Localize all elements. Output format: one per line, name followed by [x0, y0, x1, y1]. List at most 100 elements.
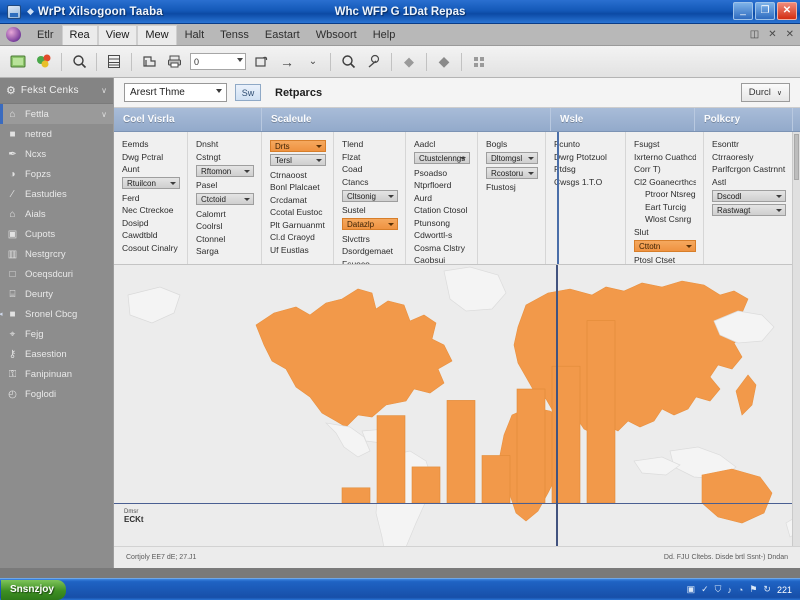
color-balloons-icon[interactable]: [31, 50, 57, 74]
chevron-down-icon[interactable]: ∨: [101, 86, 107, 95]
view-dropdown[interactable]: Durcl ∨: [740, 83, 790, 102]
menu-close-icon[interactable]: ✕: [786, 29, 794, 40]
chevron-down-icon[interactable]: [244, 198, 250, 201]
chevron-down-icon[interactable]: [244, 169, 250, 173]
arrow-right-icon[interactable]: →: [274, 50, 300, 74]
monitor-icon[interactable]: ▣: [687, 584, 696, 595]
dropdown-0-3[interactable]: Rtuilcon: [122, 177, 180, 189]
field-label-7-6: Wlost Csnrg: [645, 214, 692, 224]
chevron-down-icon[interactable]: [528, 157, 534, 160]
chart-icon[interactable]: [136, 50, 162, 74]
sidebar-item-14[interactable]: ◴ Foglodi: [0, 384, 113, 404]
sidebar-item-1[interactable]: ■ netred: [0, 124, 113, 144]
battery-icon[interactable]: ◔: [738, 585, 743, 595]
chevron-down-icon[interactable]: ∨: [777, 89, 782, 97]
new-document-icon[interactable]: [5, 50, 31, 74]
shield-icon[interactable]: ⛉: [715, 584, 722, 595]
sidebar-item-7[interactable]: ▥ Nestgrcry: [0, 244, 113, 264]
sidebar-item-9[interactable]: ⌸ Deurty: [0, 284, 113, 304]
go-button[interactable]: Sw: [235, 84, 261, 101]
network-icon[interactable]: ✓: [701, 584, 709, 595]
start-button[interactable]: Snsnzjoy: [1, 579, 66, 600]
chevron-down-icon[interactable]: [316, 144, 322, 148]
dropdown-8-5[interactable]: Rastwagt: [712, 204, 786, 216]
sidebar-item-10[interactable]: ◂ ■ Sronel Cbcg: [0, 304, 113, 324]
minimize-button[interactable]: _: [733, 2, 753, 20]
sidebar-item-12[interactable]: ⚷ Easestion: [0, 344, 113, 364]
dropdown-2-0[interactable]: Drts: [270, 139, 326, 152]
menu-item-4[interactable]: Halt: [177, 26, 213, 44]
chevron-down-icon[interactable]: ⌄: [300, 50, 326, 74]
dropdown-5-1[interactable]: Dltomgsl: [486, 152, 538, 164]
dropdown-3-6[interactable]: Datazlp: [342, 218, 398, 230]
chevron-down-icon[interactable]: [170, 182, 176, 185]
bar-b3[interactable]: [411, 466, 441, 504]
diamond-filled-icon[interactable]: ◆: [431, 50, 457, 74]
chevron-down-icon[interactable]: [686, 244, 692, 248]
sidebar-item-2[interactable]: ✒ Ncxs: [0, 144, 113, 164]
menu-minimize-icon[interactable]: ✕: [768, 29, 776, 40]
chevron-down-icon[interactable]: [460, 157, 466, 160]
theme-select[interactable]: Aresrt Thme: [124, 83, 227, 102]
dropdown-4-1[interactable]: Ctustclenngs: [414, 152, 470, 164]
bar-b8[interactable]: [586, 320, 616, 504]
menu-item-1[interactable]: Rea: [61, 24, 98, 45]
chevron-down-icon[interactable]: [776, 194, 782, 198]
dropdown-3-4[interactable]: Cltsonig: [342, 189, 398, 202]
flag-icon[interactable]: ⚑: [749, 584, 757, 595]
bar-b6[interactable]: [516, 388, 546, 504]
bar-b2[interactable]: [376, 415, 406, 504]
menu-item-6[interactable]: Eastart: [257, 26, 308, 44]
chevron-down-icon[interactable]: [528, 171, 534, 175]
chevron-down-icon[interactable]: [388, 194, 394, 198]
sidebar-item-8[interactable]: □ Oceqsdcuri: [0, 264, 113, 284]
menu-item-8[interactable]: Help: [365, 26, 404, 44]
dropdown-2-1[interactable]: Tersl: [270, 154, 326, 166]
menu-item-3[interactable]: Mew: [137, 24, 177, 45]
search-icon[interactable]: [335, 50, 361, 74]
sidebar-header[interactable]: ⚙ Fekst Cenks ∨: [0, 78, 113, 104]
diamond-outline-icon[interactable]: ◆: [396, 50, 422, 74]
expander-icon[interactable]: ◂: [0, 310, 3, 318]
sidebar-item-0[interactable]: ⌂ Fettla ∨: [0, 104, 113, 124]
dropdown-5-2[interactable]: Rcostoru: [486, 166, 538, 179]
dropdown-8-4[interactable]: Dscodl: [712, 189, 786, 202]
bar-b1[interactable]: [341, 487, 371, 504]
sidebar-item-6[interactable]: ▣ Cupots: [0, 224, 113, 244]
sidebar-item-4[interactable]: ∕ Eastudies: [0, 184, 113, 204]
chevron-down-icon[interactable]: [776, 209, 782, 212]
chevron-down-icon[interactable]: [316, 159, 322, 162]
main-content: Aresrt Thme Sw Retparcs Durcl ∨ Coel Vis…: [113, 78, 800, 568]
menu-item-7[interactable]: Wbsoort: [308, 26, 365, 44]
zoom-value-input[interactable]: 0: [190, 53, 246, 70]
bar-b5[interactable]: [481, 455, 511, 504]
menu-item-5[interactable]: Tenss: [212, 26, 257, 44]
bar-b4[interactable]: [446, 400, 476, 504]
globe-pointer-icon[interactable]: [361, 50, 387, 74]
chevron-down-icon[interactable]: [237, 58, 243, 62]
sync-icon[interactable]: ↻: [763, 584, 771, 595]
sidebar-item-3[interactable]: ◑ Fopzs: [0, 164, 113, 184]
sidebar-item-13[interactable]: ⚿ Fanipinuan: [0, 364, 113, 384]
content-scrollbar[interactable]: [792, 132, 800, 546]
export-icon[interactable]: [248, 50, 274, 74]
dropdown-1-2[interactable]: Rftomon: [196, 164, 254, 177]
dropdown-1-4[interactable]: Ctctoid: [196, 193, 254, 205]
printer-icon[interactable]: [162, 50, 188, 74]
volume-icon[interactable]: ♪: [727, 585, 732, 595]
zoom-icon[interactable]: [66, 50, 92, 74]
chevron-down-icon[interactable]: [216, 89, 222, 93]
menu-item-2[interactable]: View: [97, 24, 138, 45]
dropdown-7-8[interactable]: Cttotn: [634, 239, 696, 252]
close-button[interactable]: ✕: [777, 2, 797, 20]
maximize-button[interactable]: ❐: [755, 2, 775, 20]
scrollbar-thumb[interactable]: [794, 134, 799, 180]
sidebar-item-5[interactable]: ⌂ Aials: [0, 204, 113, 224]
grid-icon[interactable]: [466, 50, 492, 74]
sidebar-item-11[interactable]: ⌖ Fejg: [0, 324, 113, 344]
panel-icon[interactable]: ◫: [750, 29, 759, 40]
chevron-down-icon[interactable]: [388, 223, 394, 226]
table-icon[interactable]: [101, 50, 127, 74]
menu-item-0[interactable]: Etlr: [29, 26, 62, 44]
chevron-down-icon[interactable]: ∨: [101, 110, 107, 119]
